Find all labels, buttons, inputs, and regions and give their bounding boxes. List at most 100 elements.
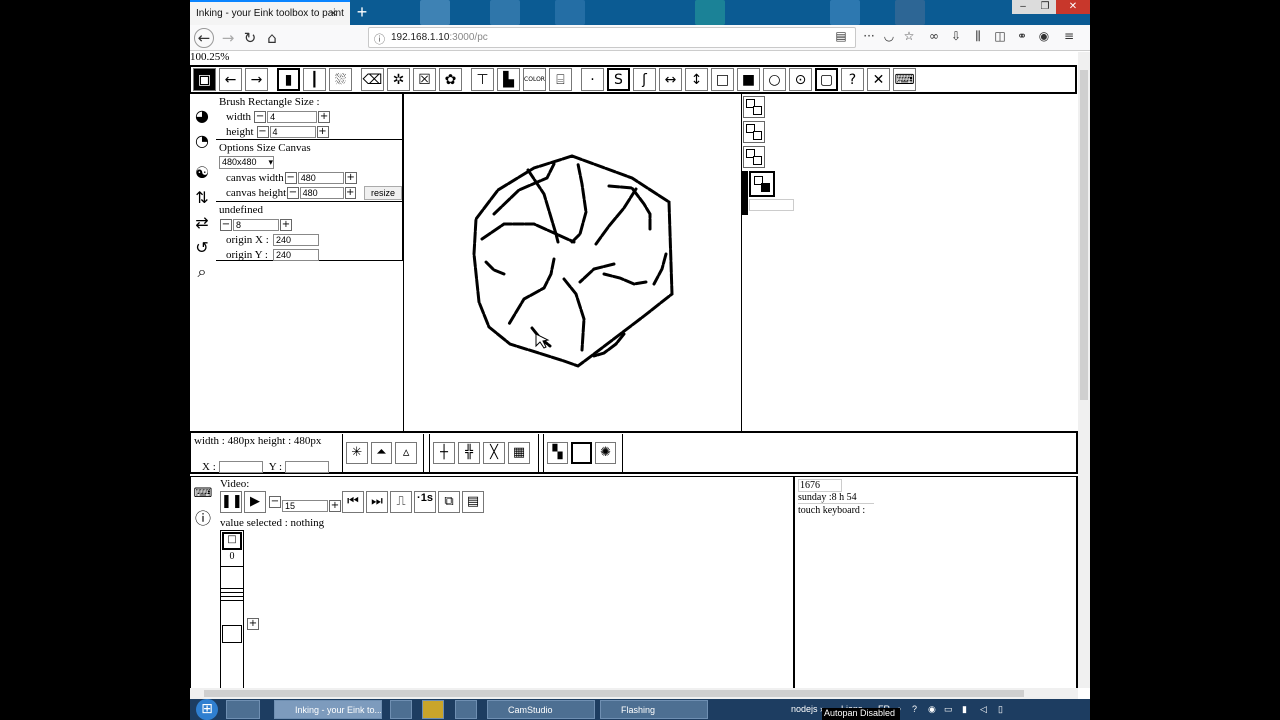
frame-slot[interactable] [221, 566, 243, 588]
width-input[interactable]: 4 [267, 110, 318, 123]
bookmark-star-icon[interactable]: ☆ [900, 29, 918, 43]
one-second-button[interactable]: ·1s [414, 491, 436, 513]
x-input[interactable] [218, 461, 263, 473]
height-input[interactable]: 4 [269, 125, 316, 138]
brush-size-icon[interactable]: ⌸ [549, 68, 572, 91]
layer-2-icon[interactable] [743, 121, 765, 143]
vertical-line-icon[interactable]: ↕ [685, 68, 708, 91]
frame-increment-button[interactable]: + [329, 500, 341, 512]
task-camstudio[interactable]: CamStudio [487, 700, 595, 719]
stamp-icon[interactable]: ▙ [497, 68, 520, 91]
mirror-symmetry-icon[interactable]: ⏶ [370, 442, 393, 464]
home-icon[interactable]: ⌂ [262, 28, 282, 48]
close-window-icon[interactable]: ✕ [1056, 0, 1090, 14]
app-icon[interactable] [455, 700, 477, 719]
task-flashing[interactable]: Flashing [600, 700, 708, 719]
curve-left-icon[interactable]: S [607, 68, 630, 91]
horizontal-scroll-thumb[interactable] [204, 690, 1024, 697]
layer-name-input[interactable] [749, 199, 794, 211]
canvas-width-increment-button[interactable]: + [344, 171, 357, 184]
layer-1-icon[interactable] [743, 96, 765, 118]
height-decrement-button[interactable]: − [256, 125, 269, 138]
fill-tool-icon[interactable]: ⛆ [329, 68, 352, 91]
frame-checkbox-icon[interactable]: □ [222, 532, 242, 550]
canvas-width-decrement-button[interactable]: − [284, 171, 297, 184]
layer-3-icon[interactable] [743, 146, 765, 168]
film-strip-icon[interactable]: ▤ [462, 491, 484, 513]
pen-tool-icon[interactable]: ▮ [277, 68, 300, 91]
zoom-icon[interactable]: ⌕ [191, 261, 213, 283]
palette-icon[interactable]: ◕ [191, 104, 213, 126]
clear-canvas-icon[interactable]: ☒ [413, 68, 436, 91]
yin-yang-icon[interactable]: ☯ [191, 161, 213, 183]
url-bar[interactable]: ⓘ 192.168.1.10:3000/pc [368, 27, 856, 48]
frame-input[interactable]: 15 [282, 500, 328, 512]
drawing-canvas[interactable] [403, 94, 742, 432]
undefined-increment-button[interactable]: + [280, 218, 292, 231]
pattern-blank-icon[interactable] [570, 442, 593, 464]
volume-tray-icon[interactable]: ◁ [980, 704, 987, 715]
pocket-icon[interactable]: ◡ [880, 29, 898, 43]
undo-arrow-icon[interactable]: ← [219, 68, 242, 91]
minimize-icon[interactable]: – [1012, 0, 1034, 14]
height-increment-button[interactable]: + [316, 125, 329, 138]
triangle-symmetry-icon[interactable]: ▵ [395, 442, 418, 464]
fast-forward-icon[interactable]: ⏭ [366, 491, 388, 513]
private-mask-icon[interactable]: ∞ [925, 29, 943, 43]
active-layer-icon[interactable] [749, 171, 775, 197]
canvas-height-input[interactable]: 480 [299, 186, 344, 199]
add-frame-button[interactable]: + [247, 618, 259, 630]
restore-icon[interactable]: ❐ [1034, 0, 1056, 14]
help-icon[interactable]: ? [841, 68, 864, 91]
roller-icon[interactable]: ⊤ [471, 68, 494, 91]
play-icon[interactable]: ▶ [244, 491, 266, 513]
y-input[interactable] [285, 461, 330, 473]
forward-icon[interactable]: → [218, 28, 238, 48]
redo-arrow-icon[interactable]: → [245, 68, 268, 91]
frame-icon[interactable]: ▢ [815, 68, 838, 91]
site-info-icon[interactable]: ⓘ [374, 31, 385, 47]
chrome-icon[interactable] [422, 700, 444, 719]
alert-icon[interactable]: ⓘ [192, 506, 214, 528]
battery-tray-icon[interactable]: ▯ [998, 704, 1003, 715]
origin-x-input[interactable]: 240 [273, 233, 319, 246]
display-tray-icon[interactable]: ▭ [944, 704, 953, 715]
keyboard-icon[interactable]: ⌨ [893, 68, 916, 91]
canvas-height-decrement-button[interactable]: − [287, 186, 299, 199]
rewind-icon[interactable]: ⏮ [342, 491, 364, 513]
undefined-decrement-button[interactable]: − [220, 218, 232, 231]
sync-icon[interactable]: ⚭ [1013, 29, 1031, 43]
reader-view-icon[interactable]: ▤ [832, 29, 850, 43]
spray-icon[interactable]: ✿ [439, 68, 462, 91]
start-icon[interactable]: ⊞ [196, 699, 218, 720]
eraser-icon[interactable]: ⌫ [361, 68, 384, 91]
pattern-blocks-icon[interactable]: ▚ [547, 442, 568, 464]
canvas-width-input[interactable]: 480 [297, 171, 344, 184]
resize-button[interactable]: resize [363, 185, 402, 200]
save-icon[interactable]: ▣ [193, 68, 216, 91]
width-decrement-button[interactable]: − [254, 110, 267, 123]
horizontal-swap-icon[interactable]: ⇄ [191, 211, 213, 233]
clean-icon[interactable]: ✲ [387, 68, 410, 91]
fine-grid-icon[interactable]: ╬ [458, 442, 480, 464]
vertical-scrollbar[interactable] [1078, 52, 1090, 688]
task-inking[interactable]: Inking - your Eink to... [274, 700, 382, 719]
duplicate-layer-icon[interactable]: ⧉ [438, 491, 460, 513]
tab-inking[interactable]: Inking - your Eink toolbox to paint × [190, 0, 350, 25]
pause-icon[interactable]: ❚❚ [220, 491, 243, 513]
new-tab-button[interactable]: + [352, 2, 372, 22]
vertical-scroll-thumb[interactable] [1080, 70, 1088, 400]
tray-icon-2[interactable]: ◉ [928, 704, 936, 715]
undefined-input[interactable]: 8 [233, 218, 279, 231]
network-tray-icon[interactable]: ▮ [962, 704, 967, 715]
downloads-icon[interactable]: ⇩ [947, 29, 965, 43]
new-frame-slot[interactable] [222, 625, 242, 643]
marker-tool-icon[interactable]: ┃ [303, 68, 326, 91]
radial-symmetry-icon[interactable]: ✳ [346, 442, 368, 464]
target-circle-icon[interactable]: ⊙ [789, 68, 812, 91]
vertical-swap-icon[interactable]: ⇅ [191, 186, 213, 208]
library-icon[interactable]: ⫼ [969, 29, 987, 44]
help-tray-icon[interactable]: ? [912, 704, 917, 714]
pattern-burst-icon[interactable]: ✺ [595, 442, 616, 464]
back-icon[interactable]: ← [194, 28, 214, 48]
